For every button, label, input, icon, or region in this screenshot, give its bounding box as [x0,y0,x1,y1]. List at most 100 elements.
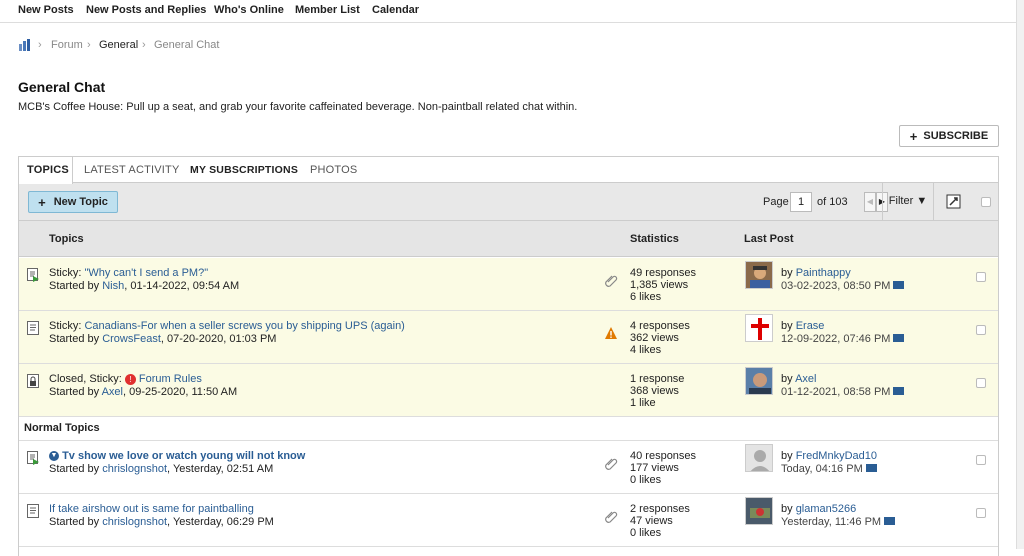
plus-icon: + [38,194,46,210]
topic-link[interactable]: "Why can't I send a PM?" [84,267,208,279]
select-all-checkbox[interactable] [981,197,991,207]
avatar[interactable] [745,261,773,289]
like-count: 0 likes [630,474,662,486]
response-count: 1 response [630,373,685,385]
page-label: Page [763,196,789,208]
go-to-last-post-icon[interactable] [865,464,877,473]
last-post-user[interactable]: Erase [796,320,825,332]
topic-icon [27,504,39,518]
tab-latest-activity[interactable]: LATEST ACTIVITY [84,157,180,183]
view-count: 1,385 views [630,279,689,291]
column-header: Topics Statistics Last Post [19,221,998,257]
new-posts-icon [27,451,39,465]
new-topic-label: New Topic [53,196,108,208]
view-count: 368 views [630,385,679,397]
author-link[interactable]: chrislognshot [102,516,167,528]
topic-link[interactable]: If take airshow out is same for paintbal… [49,503,254,515]
topic-date: , 01-14-2022, 09:54 AM [124,280,240,292]
row-checkbox[interactable] [976,272,986,282]
last-post-user[interactable]: Axel [795,373,816,385]
like-count: 6 likes [630,291,662,303]
last-post-user[interactable]: Painthappy [796,267,851,279]
author-link[interactable]: Nish [102,280,124,292]
like-count: 0 likes [630,527,662,539]
like-count: 1 like [630,397,656,409]
top-navigation: New Posts New Posts and Replies Who's On… [0,0,1024,22]
topic-link[interactable]: Canadians-For when a seller screws you b… [84,320,404,332]
last-post-user[interactable]: glaman5266 [796,503,857,515]
scrollbar[interactable] [1016,0,1024,549]
col-last-post: Last Post [744,233,794,245]
tab-bar: TOPICS LATEST ACTIVITY MY SUBSCRIPTIONS … [19,157,998,184]
warning-icon [605,327,617,339]
row-checkbox[interactable] [976,455,986,465]
new-posts-icon [27,268,39,282]
last-post-date: 03-02-2023, 08:50 PM [781,280,891,292]
started-label: Started by [49,333,100,345]
moderation-icon[interactable] [946,194,961,209]
subscribe-button[interactable]: + SUBSCRIBE [899,125,999,147]
tab-my-subscriptions[interactable]: MY SUBSCRIPTIONS [190,157,298,183]
nav-member-list[interactable]: Member List [295,4,360,16]
author-link[interactable]: chrislognshot [102,463,167,475]
table-row: Sticky: Canadians-For when a seller scre… [19,311,998,364]
nav-new-posts-and-replies[interactable]: New Posts and Replies [86,4,206,16]
nav-calendar[interactable]: Calendar [372,4,419,16]
row-checkbox[interactable] [976,508,986,518]
page-number-input[interactable]: 1 [790,192,812,212]
paperclip-icon [605,275,618,287]
topic-icon [27,321,39,335]
breadcrumb-general[interactable]: General [99,39,138,51]
go-to-last-post-icon[interactable] [893,387,905,396]
topic-prefix: Sticky: [49,267,82,279]
breadcrumb-forum[interactable]: Forum [51,39,83,51]
topic-panel: TOPICS LATEST ACTIVITY MY SUBSCRIPTIONS … [18,156,999,556]
last-post-user[interactable]: FredMnkyDad10 [796,450,877,462]
normal-topics-header: Normal Topics [19,417,998,441]
rules-icon: ! [124,373,136,385]
last-post-date: Yesterday, 11:46 PM [781,516,882,528]
tab-photos[interactable]: PHOTOS [310,157,357,183]
nav-whos-online[interactable]: Who's Online [214,4,284,16]
author-link[interactable]: CrowsFeast [102,333,161,345]
row-checkbox[interactable] [976,325,986,335]
go-to-last-post-icon[interactable] [884,517,896,526]
paperclip-icon [605,511,618,523]
by-label: by [781,450,793,462]
response-count: 2 responses [630,503,690,515]
started-label: Started by [49,463,100,475]
filter-button[interactable]: Filter ▼ [882,183,934,220]
plus-icon: + [909,128,918,144]
subscribe-label: SUBSCRIBE [923,130,989,142]
col-statistics: Statistics [630,233,679,245]
avatar[interactable] [745,314,773,342]
view-count: 177 views [630,462,679,474]
by-label: by [781,373,793,385]
avatar[interactable] [745,444,773,472]
toolbar: + New Topic Page 1 of 103 ◀ ▶ Filter ▼ [19,183,998,221]
topic-link[interactable]: Tv show we love or watch young will not … [62,450,305,462]
topic-link[interactable]: Forum Rules [139,373,202,385]
avatar[interactable] [745,497,773,525]
filter-label: Filter [888,195,914,207]
nav-new-posts[interactable]: New Posts [18,4,74,16]
by-label: by [781,267,793,279]
go-to-last-post-icon[interactable] [893,334,905,343]
topic-prefix: Sticky: [49,320,82,332]
page-description: MCB's Coffee House: Pull up a seat, and … [18,101,578,113]
response-count: 40 responses [630,450,697,462]
topic-prefix: Closed, Sticky: [49,373,122,385]
row-checkbox[interactable] [976,378,986,388]
tab-topics[interactable]: TOPICS [19,157,73,184]
last-post-date: 01-12-2021, 08:58 PM [781,386,891,398]
author-link[interactable]: Axel [102,386,123,398]
home-icon[interactable] [18,38,32,52]
go-first-unread-icon[interactable]: ▼ [49,451,59,462]
avatar[interactable] [745,367,773,395]
go-to-last-post-icon[interactable] [893,281,905,290]
prev-page-button[interactable]: ◀ [864,192,876,212]
by-label: by [781,503,793,515]
new-topic-button[interactable]: + New Topic [28,191,118,213]
lock-icon [27,374,39,388]
last-post-date: Today, 04:16 PM [781,463,863,475]
